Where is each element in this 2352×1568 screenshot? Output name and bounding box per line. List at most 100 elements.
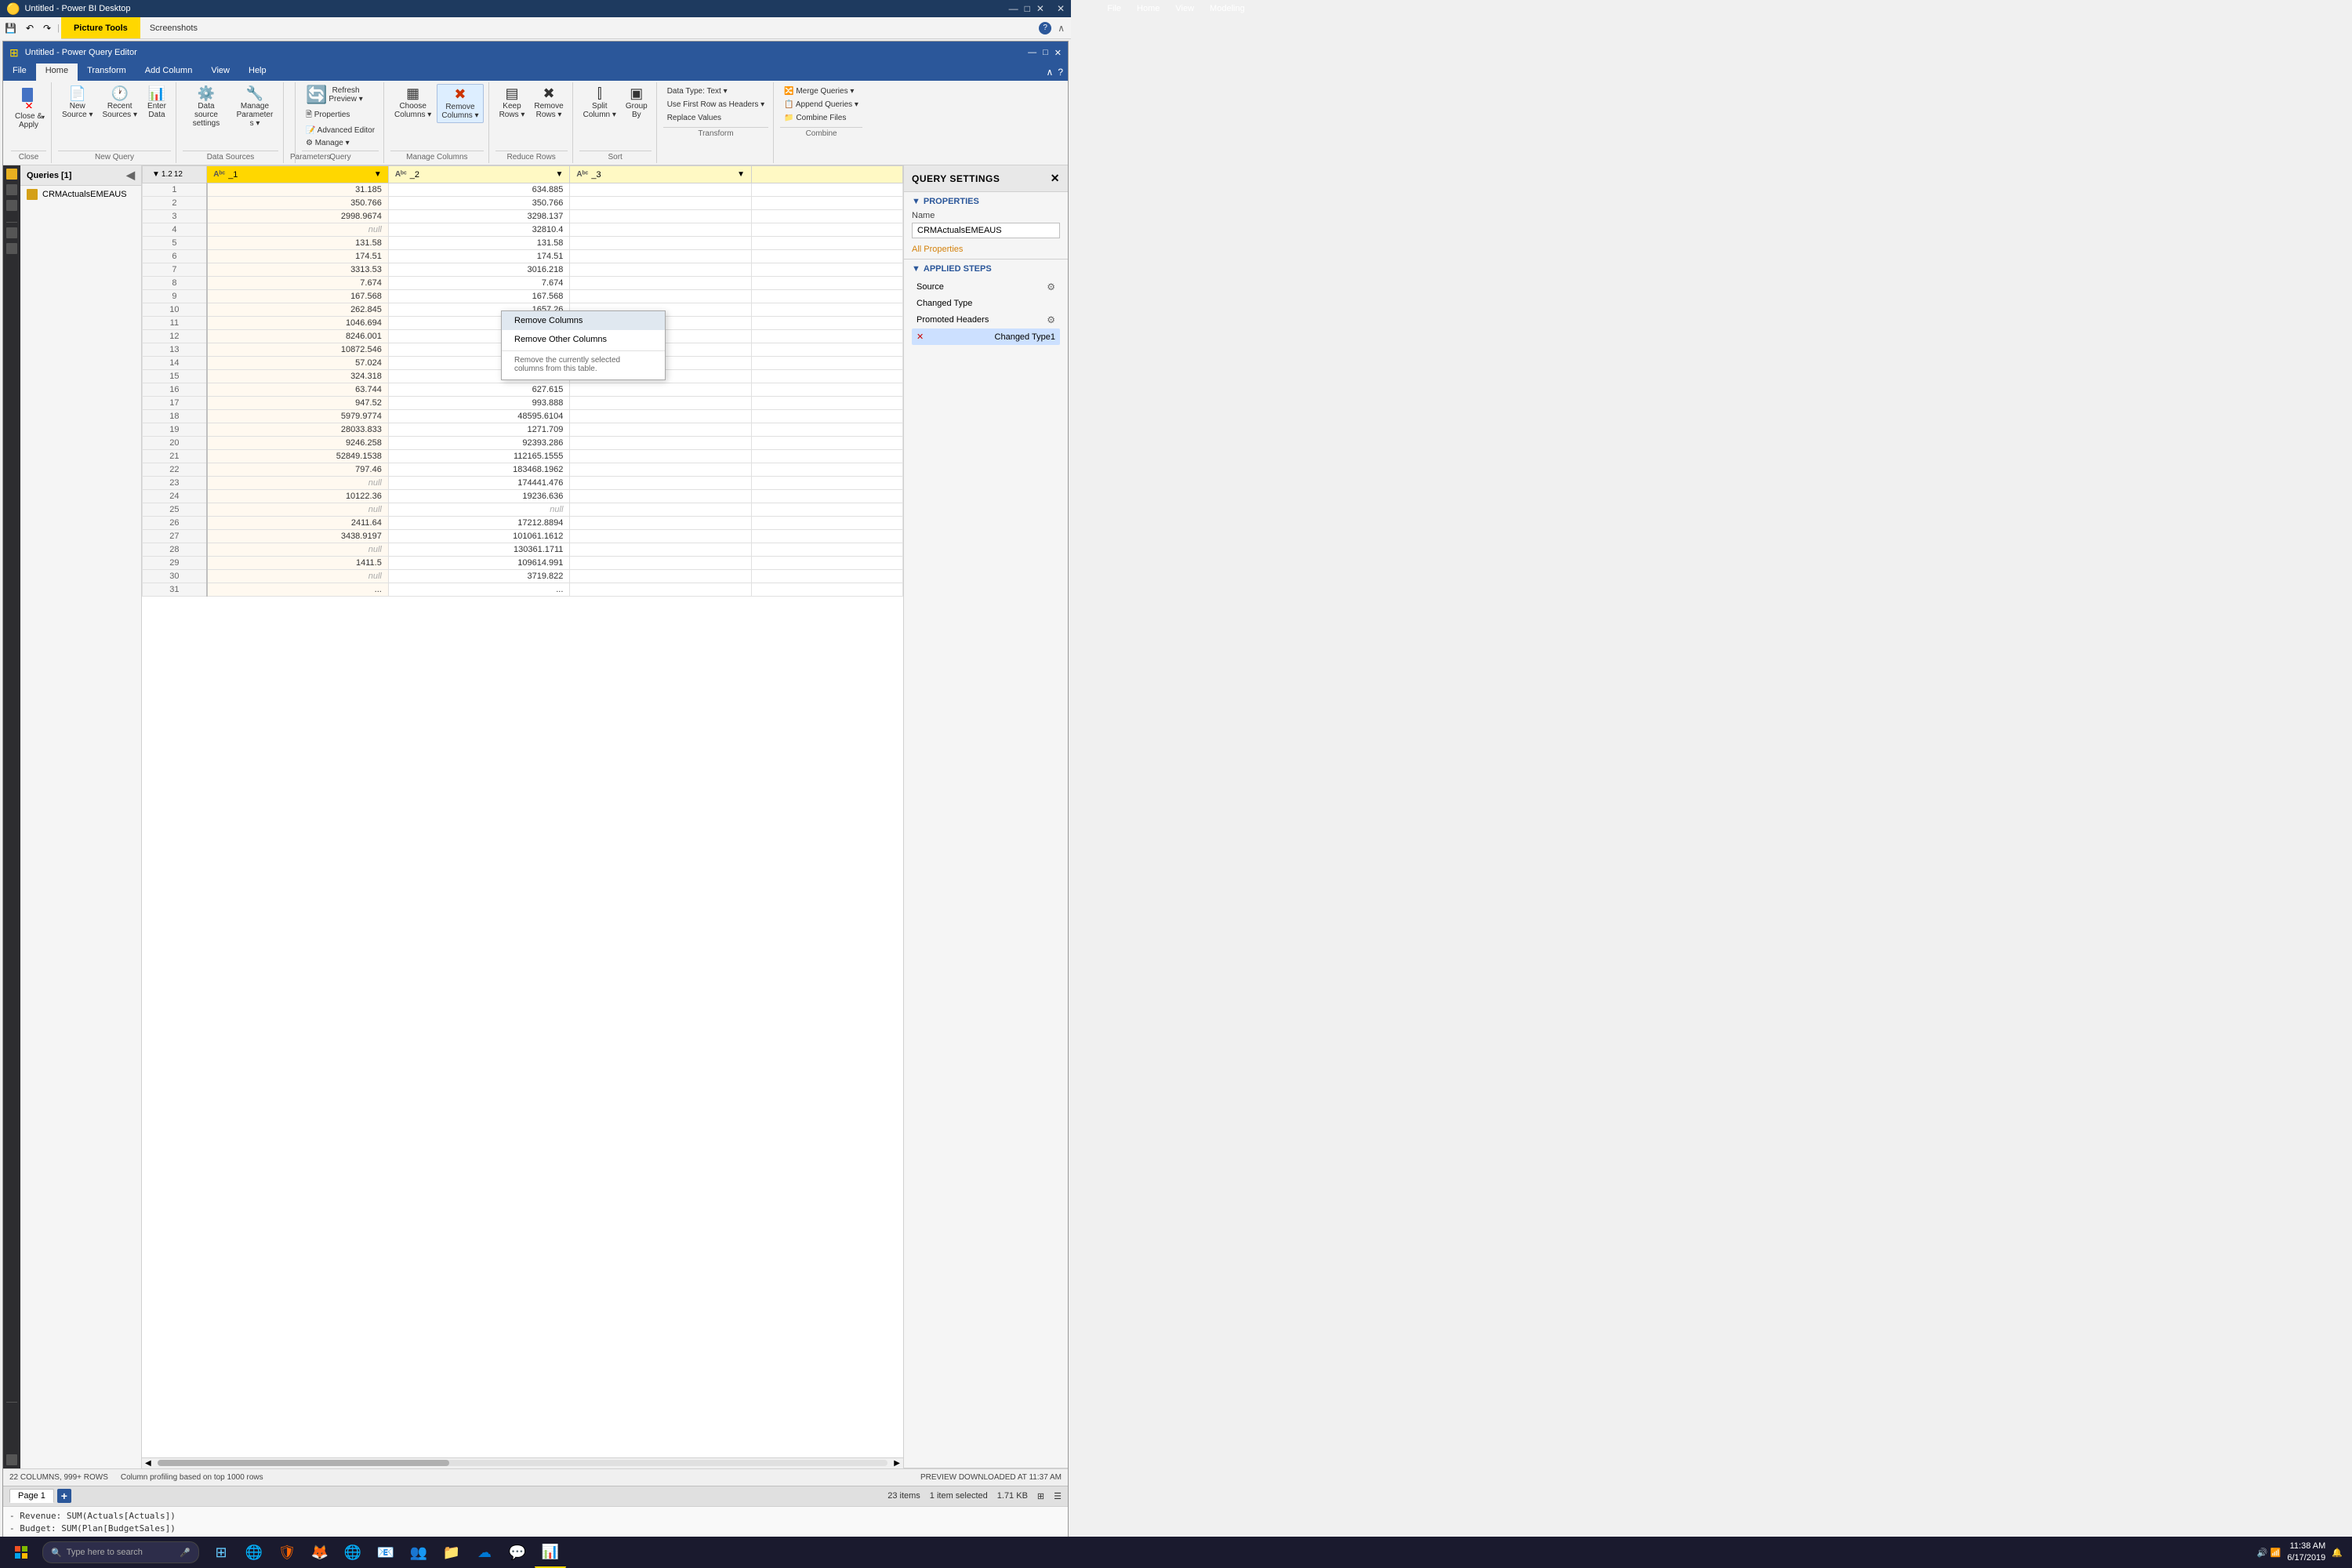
file-explorer-icon[interactable]: 📁 xyxy=(436,1537,467,1568)
powerbi-taskbar-icon[interactable]: 📊 xyxy=(535,1537,566,1568)
outer-win-controls[interactable]: — □ ✕ ✕ xyxy=(1009,3,1065,14)
page-tab-1[interactable]: Page 1 xyxy=(9,1489,54,1503)
sidebar-model-icon[interactable] xyxy=(6,200,17,211)
data-cell: 57.024 xyxy=(207,357,389,370)
minimize-btn[interactable]: — xyxy=(1009,3,1018,14)
enter-data-btn[interactable]: 📊 EnterData xyxy=(143,84,171,122)
remove-columns-btn[interactable]: ✖ RemoveColumns ▾ xyxy=(437,84,483,123)
inner-win-controls[interactable]: — □ ✕ xyxy=(1028,48,1062,58)
outer-ribbon-tab-view[interactable]: View xyxy=(1167,2,1202,16)
replace-values-btn[interactable]: Replace Values xyxy=(663,112,769,124)
onedrive-icon[interactable]: ☁ xyxy=(469,1537,500,1568)
sidebar-icon-2[interactable] xyxy=(6,227,17,238)
data-cell xyxy=(570,397,752,410)
outer-ribbon-tab-home[interactable]: Home xyxy=(1129,2,1167,16)
view-toggle-list[interactable]: ☰ xyxy=(1054,1491,1062,1501)
collapse-ribbon-btn[interactable]: ∧ xyxy=(1058,23,1065,34)
keep-rows-btn[interactable]: ▤ KeepRows ▾ xyxy=(495,84,529,122)
close-btn[interactable]: ✕ xyxy=(1036,3,1044,14)
query-settings-close-btn[interactable]: ✕ xyxy=(1051,172,1060,185)
append-queries-btn[interactable]: 📋 Append Queries ▾ xyxy=(780,99,862,111)
ribbon-help-btn[interactable]: ? xyxy=(1058,67,1063,78)
teams-icon[interactable]: 👥 xyxy=(403,1537,434,1568)
inner-maximize-btn[interactable]: □ xyxy=(1043,48,1048,58)
manage-parameters-btn[interactable]: 🔧 ManageParameters ▾ xyxy=(231,84,278,130)
ribbon-collapse-btn[interactable]: ∧ xyxy=(1047,67,1054,78)
merge-queries-btn[interactable]: 🔀 Merge Queries ▾ xyxy=(780,85,862,97)
search-mic-btn[interactable]: 🎤 xyxy=(180,1548,191,1558)
avast-icon[interactable]: 🛡 xyxy=(271,1537,303,1568)
use-first-row-btn[interactable]: Use First Row as Headers ▾ xyxy=(663,99,769,111)
data-type-btn[interactable]: Data Type: Text ▾ xyxy=(663,85,769,97)
queries-collapse-btn[interactable]: ◀ xyxy=(126,169,135,182)
redo-icon[interactable]: ↷ xyxy=(38,20,56,37)
teams2-icon[interactable]: 💬 xyxy=(502,1537,533,1568)
tab-transform[interactable]: Transform xyxy=(78,64,136,81)
taskview-btn[interactable]: ⊞ xyxy=(205,1537,237,1568)
filter-icon[interactable]: ▼ xyxy=(152,170,160,179)
group-by-btn[interactable]: ▣ GroupBy xyxy=(622,84,652,122)
secondary-close-btn[interactable]: ✕ xyxy=(1057,3,1065,14)
query-item-crmactuals[interactable]: CRMActualsEMEAUS xyxy=(20,186,141,203)
data-source-settings-btn[interactable]: ⚙️ Data sourcesettings xyxy=(183,84,230,130)
close-apply-dropdown[interactable]: ▾ xyxy=(42,114,45,121)
tab-home[interactable]: Home xyxy=(36,64,78,81)
step-promoted-headers-gear[interactable]: ⚙ xyxy=(1047,314,1055,325)
add-page-btn[interactable]: + xyxy=(57,1489,71,1503)
outlook-icon[interactable]: 📧 xyxy=(370,1537,401,1568)
picture-tools-tab[interactable]: Picture Tools xyxy=(61,17,140,38)
advanced-editor-btn[interactable]: 📝 Advanced Editor xyxy=(302,125,379,136)
sidebar-report-icon[interactable] xyxy=(6,169,17,180)
h-scroll-thumb[interactable] xyxy=(158,1460,450,1466)
tab-help[interactable]: Help xyxy=(239,64,276,81)
recent-sources-btn[interactable]: 🕐 RecentSources ▾ xyxy=(99,84,141,122)
inner-minimize-btn[interactable]: — xyxy=(1028,48,1036,58)
sidebar-data-icon[interactable] xyxy=(6,184,17,195)
step-source-gear[interactable]: ⚙ xyxy=(1047,281,1055,292)
notification-btn[interactable]: 🔔 xyxy=(2332,1548,2343,1558)
remove-rows-btn[interactable]: ✖ RemoveRows ▾ xyxy=(530,84,567,122)
view-toggle-grid[interactable]: ⊞ xyxy=(1037,1491,1044,1501)
tab-file[interactable]: File xyxy=(3,64,36,81)
choose-columns-btn[interactable]: ▦ ChooseColumns ▾ xyxy=(390,84,435,122)
maximize-btn[interactable]: □ xyxy=(1025,3,1030,14)
save-icon[interactable]: 💾 xyxy=(0,20,21,37)
taskbar-search[interactable]: 🔍 Type here to search 🎤 xyxy=(42,1541,199,1563)
scroll-right-btn[interactable]: ▶ xyxy=(891,1459,903,1468)
close-apply-btn[interactable]: ✕ Close &Apply ▾ xyxy=(11,84,46,132)
manage-btn[interactable]: ⚙ Manage ▾ xyxy=(302,137,379,149)
refresh-preview-btn[interactable]: 🔄 RefreshPreview ▾ xyxy=(302,84,379,106)
scroll-left-btn[interactable]: ◀ xyxy=(142,1459,154,1468)
sidebar-icon-3[interactable] xyxy=(6,243,17,254)
tab-add-column[interactable]: Add Column xyxy=(136,64,202,81)
col-filter-btn-3[interactable]: ▼ xyxy=(737,170,745,179)
step-promoted-headers[interactable]: Promoted Headers ⚙ xyxy=(912,311,1060,328)
firefox-icon[interactable]: 🦊 xyxy=(304,1537,336,1568)
split-column-btn[interactable]: ⫿ SplitColumn ▾ xyxy=(579,84,620,122)
combine-files-btn[interactable]: 📁 Combine Files xyxy=(780,112,862,124)
col-filter-btn-1[interactable]: ▼ xyxy=(374,170,382,179)
step-changed-type[interactable]: Changed Type xyxy=(912,296,1060,311)
help-btn[interactable]: ? xyxy=(1039,22,1051,34)
outer-ribbon-tab-file[interactable]: File xyxy=(1099,2,1129,16)
data-cell xyxy=(751,250,902,263)
chrome-icon[interactable]: 🌐 xyxy=(337,1537,368,1568)
sidebar-icon-bottom[interactable] xyxy=(6,1454,17,1465)
edge-icon[interactable]: 🌐 xyxy=(238,1537,270,1568)
properties-btn[interactable]: 🗎 Properties xyxy=(302,107,379,124)
horizontal-scrollbar[interactable]: ◀ ▶ xyxy=(142,1457,903,1468)
all-properties-link[interactable]: All Properties xyxy=(912,245,1060,254)
screenshots-tab[interactable]: Screenshots xyxy=(140,17,207,38)
menu-item-remove-other-columns[interactable]: Remove Other Columns xyxy=(502,330,665,349)
start-button[interactable] xyxy=(3,1537,39,1568)
step-source[interactable]: Source ⚙ xyxy=(912,278,1060,296)
new-source-btn[interactable]: 📄 NewSource ▾ xyxy=(58,84,96,122)
name-input[interactable] xyxy=(912,223,1060,238)
col-filter-btn-2[interactable]: ▼ xyxy=(556,170,564,179)
undo-icon[interactable]: ↶ xyxy=(21,20,38,37)
tab-view[interactable]: View xyxy=(201,64,239,81)
inner-close-btn[interactable]: ✕ xyxy=(1054,48,1062,58)
menu-item-remove-columns[interactable]: Remove Columns xyxy=(502,311,665,330)
step-changed-type1[interactable]: ✕ Changed Type1 xyxy=(912,328,1060,345)
outer-ribbon-tab-modeling[interactable]: Modeling xyxy=(1202,2,1253,16)
